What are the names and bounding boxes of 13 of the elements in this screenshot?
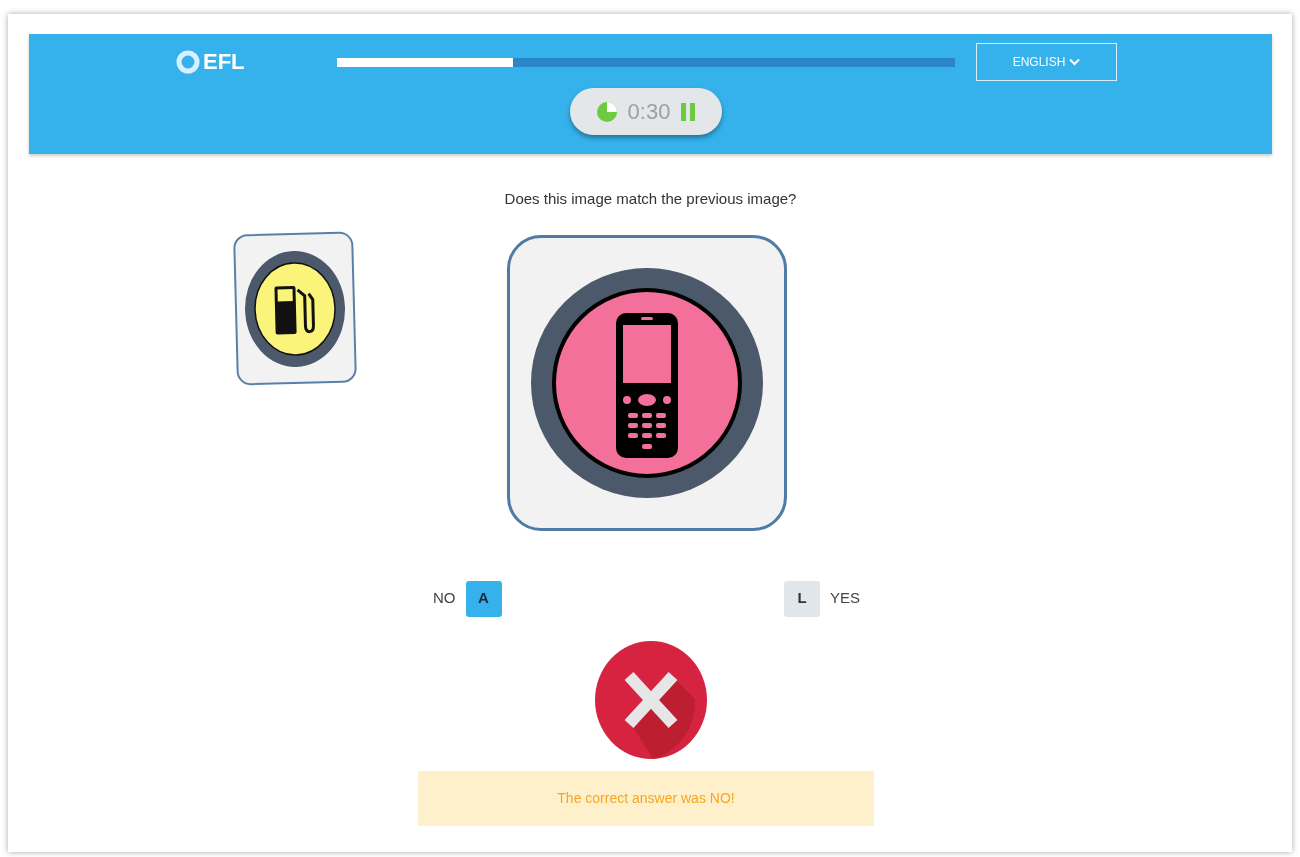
answer-key[interactable]: L	[784, 580, 820, 617]
timer-text: 0:30	[627, 98, 671, 126]
answer-key[interactable]: A	[465, 580, 502, 617]
question-text: Does this image match the previous image?	[503, 189, 798, 209]
pie-timer-icon	[595, 100, 618, 123]
logo: EFL	[203, 51, 245, 73]
answer-label: NO	[433, 588, 456, 609]
mobile-phone-icon	[531, 267, 763, 498]
chevron-down-icon	[1069, 58, 1081, 66]
logo-ring-icon	[176, 50, 200, 74]
answer-label: YES	[830, 588, 860, 609]
pause-icon[interactable]	[680, 101, 697, 122]
feedback-banner: The correct answer was NO!	[418, 770, 874, 826]
